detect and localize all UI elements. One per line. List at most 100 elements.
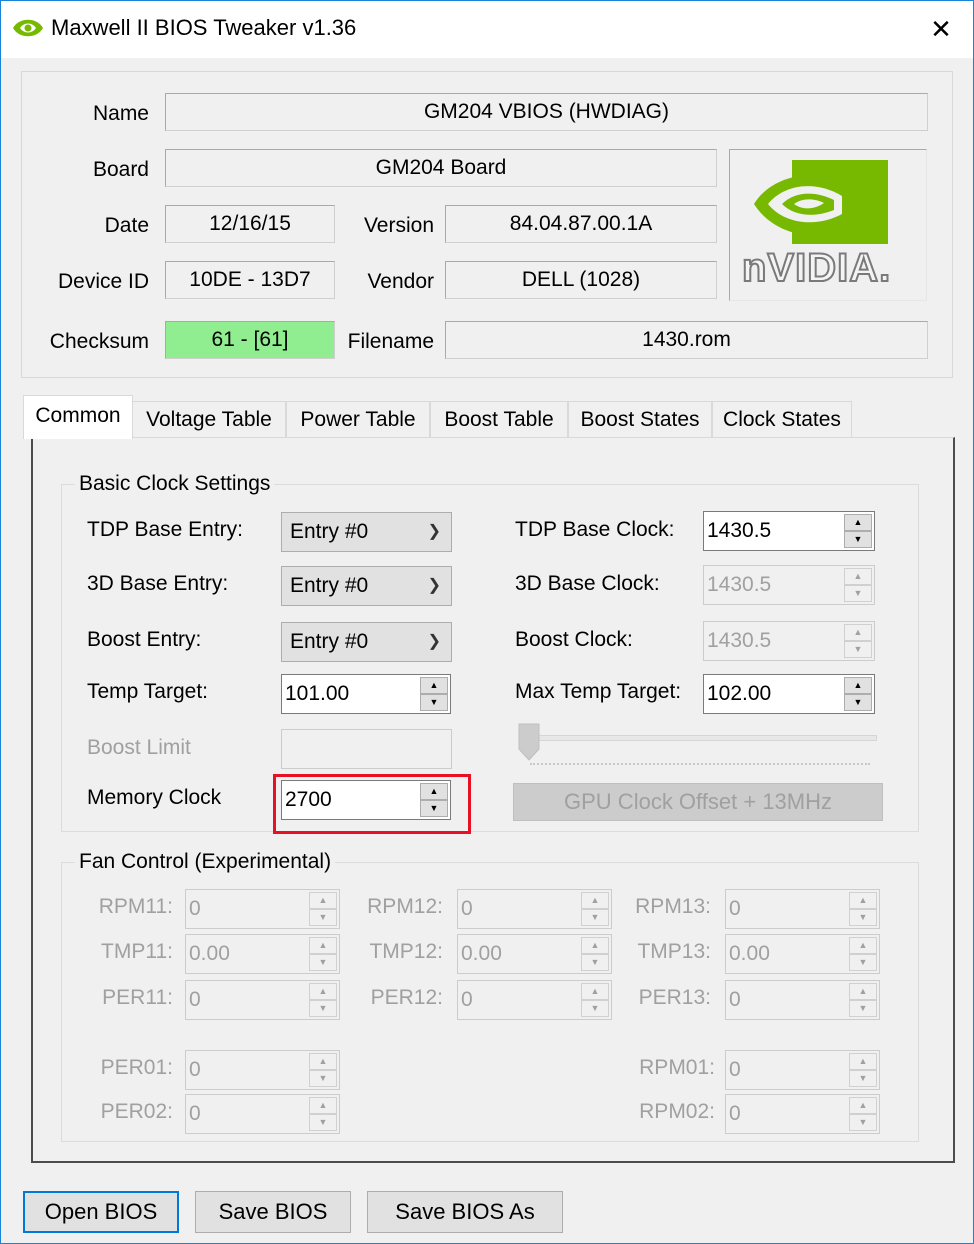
tab-clock-states[interactable]: Clock States [712,401,852,437]
fan-control-group-title: Fan Control (Experimental) [75,850,336,874]
tdp-base-clock-spinner[interactable]: 1430.5 ▲ ▼ [703,511,875,551]
spin-up-icon: ▲ [309,983,337,1000]
rpm13-label: RPM13: [635,895,711,918]
rpm01-value: 0 [729,1058,741,1081]
gpu-clock-offset-button: GPU Clock Offset + 13MHz [513,783,883,821]
temp-target-spinner[interactable]: 101.00 ▲ ▼ [281,674,451,714]
spin-down-icon: ▼ [309,909,337,926]
spin-down-icon[interactable]: ▼ [844,531,872,548]
boost-clock-label: Boost Clock: [515,628,633,651]
board-field: GM204 Board [165,149,717,187]
boost-clock-spinner: 1430.5 ▲ ▼ [703,621,875,661]
tmp12-value: 0.00 [461,942,502,965]
spin-down-icon: ▼ [309,1000,337,1017]
spin-up-icon: ▲ [844,568,872,585]
open-bios-button[interactable]: Open BIOS [23,1191,179,1233]
spin-down-icon: ▼ [844,585,872,602]
tmp12-spinner: 0.00 ▲ ▼ [457,934,612,974]
3d-base-entry-value: Entry #0 [290,574,369,597]
spin-down-icon: ▼ [849,1000,877,1017]
board-label: Board [92,158,149,181]
max-temp-target-spinner[interactable]: 102.00 ▲ ▼ [703,674,875,714]
name-field: GM204 VBIOS (HWDIAG) [165,93,928,131]
checksum-field: 61 - [61] [165,321,335,359]
rpm11-label: RPM11: [98,895,173,918]
per02-label: PER02: [100,1100,173,1123]
nvidia-logo: nVIDIA. [729,149,927,301]
title-bar[interactable]: Maxwell II BIOS Tweaker v1.36 ✕ [1,1,973,58]
save-bios-button[interactable]: Save BIOS [195,1191,351,1233]
tmp11-value: 0.00 [189,942,230,965]
per11-spinner: 0 ▲ ▼ [185,980,340,1020]
boost-limit-field [281,729,452,769]
rpm01-spinner: 0 ▲ ▼ [725,1050,880,1090]
spin-up-icon: ▲ [849,937,877,954]
tab-common[interactable]: Common [23,395,133,439]
spin-up-icon: ▲ [849,892,877,909]
checksum-label: Checksum [49,330,149,353]
spin-down-icon[interactable]: ▼ [844,694,872,711]
spin-down-icon[interactable]: ▼ [420,694,448,711]
rpm02-spinner: 0 ▲ ▼ [725,1094,880,1134]
spin-up-icon: ▲ [849,1053,877,1070]
chevron-down-icon: ❯ [427,633,441,650]
clock-offset-slider-thumb [518,723,540,761]
spin-down-icon: ▼ [581,1000,609,1017]
tab-boost-states[interactable]: Boost States [568,401,712,437]
per02-value: 0 [189,1102,201,1125]
boost-clock-value: 1430.5 [707,629,772,652]
spin-down-icon: ▼ [581,954,609,971]
nvidia-eye-icon [754,160,888,244]
vendor-field: DELL (1028) [445,261,717,299]
spin-up-icon[interactable]: ▲ [844,677,872,694]
close-icon[interactable]: ✕ [919,9,963,49]
3d-base-clock-spinner: 1430.5 ▲ ▼ [703,565,875,605]
spin-up-icon: ▲ [309,892,337,909]
tab-boost-table[interactable]: Boost Table [430,401,568,437]
spin-down-icon: ▼ [849,954,877,971]
tmp11-spinner: 0.00 ▲ ▼ [185,934,340,974]
spin-down-icon: ▼ [849,909,877,926]
per11-label: PER11: [102,986,173,1009]
window-title: Maxwell II BIOS Tweaker v1.36 [51,15,357,40]
spin-down-icon: ▼ [849,1070,877,1087]
device-id-field: 10DE - 13D7 [165,261,335,299]
memory-clock-label: Memory Clock [87,786,222,809]
tab-voltage-table[interactable]: Voltage Table [132,401,286,437]
spin-up-icon: ▲ [309,937,337,954]
per13-spinner: 0 ▲ ▼ [725,980,880,1020]
per01-label: PER01: [100,1056,173,1079]
tdp-base-clock-label: TDP Base Clock: [515,518,675,541]
tmp13-value: 0.00 [729,942,770,965]
3d-base-entry-label: 3D Base Entry: [87,572,229,595]
save-bios-as-button[interactable]: Save BIOS As [367,1191,563,1233]
slider-ticks [530,763,870,771]
filename-field: 1430.rom [445,321,928,359]
rpm02-value: 0 [729,1102,741,1125]
spin-up-icon[interactable]: ▲ [844,514,872,531]
spin-down-icon: ▼ [581,909,609,926]
per02-spinner: 0 ▲ ▼ [185,1094,340,1134]
tdp-base-entry-label: TDP Base Entry: [87,518,244,541]
boost-limit-label: Boost Limit [87,736,191,759]
rpm01-label: RPM01: [639,1056,715,1079]
3d-base-entry-select[interactable]: Entry #0 ❯ [281,566,452,606]
rpm11-spinner: 0 ▲ ▼ [185,889,340,929]
tdp-base-entry-select[interactable]: Entry #0 ❯ [281,512,452,552]
tab-power-table[interactable]: Power Table [286,401,430,437]
tmp13-spinner: 0.00 ▲ ▼ [725,934,880,974]
per01-spinner: 0 ▲ ▼ [185,1050,340,1090]
per12-spinner: 0 ▲ ▼ [457,980,612,1020]
tmp13-label: TMP13: [637,940,711,963]
rpm13-spinner: 0 ▲ ▼ [725,889,880,929]
rpm13-value: 0 [729,897,741,920]
spin-down-icon: ▼ [844,641,872,658]
spin-up-icon: ▲ [849,1097,877,1114]
per01-value: 0 [189,1058,201,1081]
basic-clock-group-title: Basic Clock Settings [75,472,275,496]
boost-entry-value: Entry #0 [290,630,369,653]
rpm12-value: 0 [461,897,473,920]
spin-down-icon: ▼ [849,1114,877,1131]
spin-up-icon[interactable]: ▲ [420,677,448,694]
boost-entry-select[interactable]: Entry #0 ❯ [281,622,452,662]
